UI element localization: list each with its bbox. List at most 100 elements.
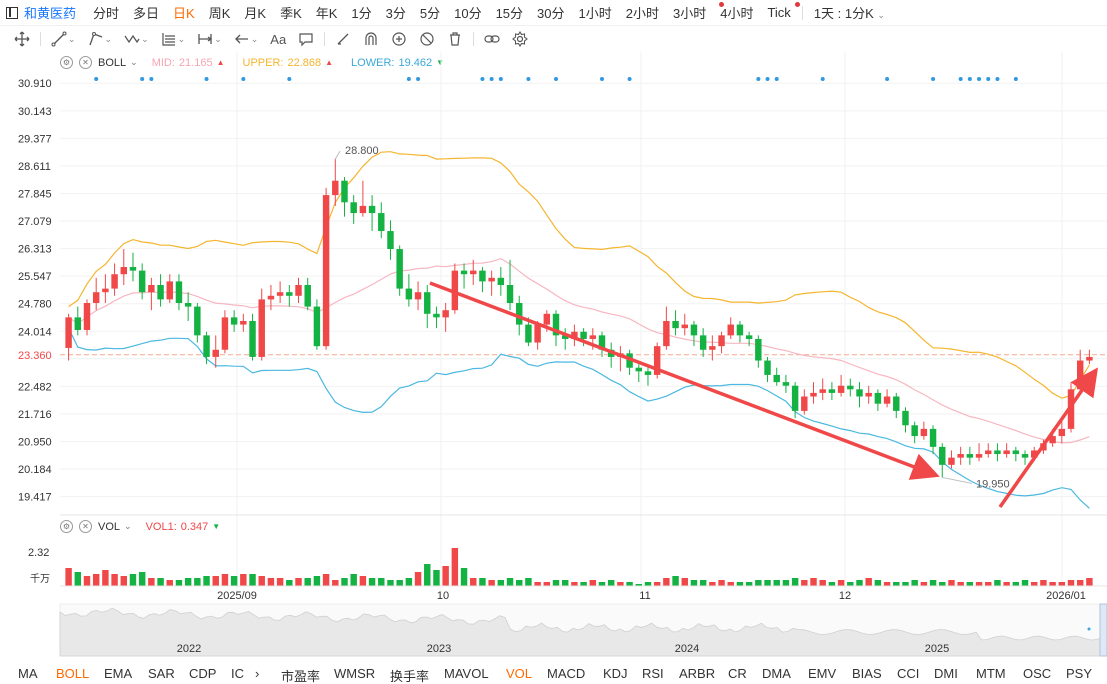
volume-bar [994,580,1001,586]
indicator-tab-11[interactable]: MACD [547,666,585,681]
volume-bar [313,576,321,586]
vol-unit-label: 千万 [30,573,50,585]
candle-body [322,195,330,347]
signal-dot [627,77,632,81]
volume-bar [138,572,146,586]
candle-body [212,349,219,357]
volume-bar [470,578,477,586]
indicator-tab-18[interactable]: BIAS [852,666,882,681]
y-tick-label: 20.184 [18,464,52,476]
candle-body [1058,428,1066,437]
indicator-tab-14[interactable]: ARBR [679,666,715,681]
candle-body [396,249,403,289]
volume-bar [212,576,219,586]
volume-bar [856,580,863,586]
candle-body [874,392,882,404]
indicator-tab-20[interactable]: DMI [934,666,958,681]
volume-bar [111,574,118,586]
y-tick-label: 24.014 [18,326,52,338]
volume-bar [240,574,247,586]
navigator-year-label: 2022 [177,643,201,655]
candle-body [175,281,183,303]
signal-dot [480,77,485,81]
candle-body [157,285,164,300]
volume-bar [874,580,882,586]
y-tick-label: 27.079 [18,216,52,228]
candle-body [755,338,762,361]
indicator-tab-6[interactable]: 市盈率 [281,666,320,684]
volume-bar [598,582,606,586]
candle-body [736,324,744,336]
chevron-right-icon[interactable]: › [255,666,259,681]
volume-bar [920,582,928,586]
indicator-tab-2[interactable]: EMA [104,666,132,681]
candle-body [65,317,72,348]
volume-bar [74,572,82,586]
candle-body [276,292,284,296]
volume-bar [699,580,707,586]
candle-body [405,288,413,300]
indicator-tab-7[interactable]: WMSR [334,666,375,681]
candle-body [1003,450,1010,455]
indicator-tab-1[interactable]: BOLL [56,666,89,681]
indicator-tab-17[interactable]: EMV [808,666,836,681]
navigator-year-label: 2025 [925,643,949,655]
indicator-tab-8[interactable]: 换手率 [390,666,429,684]
candle-body [516,302,523,325]
candle-body [129,267,137,271]
volume-bar [387,580,394,586]
boll-mid-line [68,257,1090,444]
candle-body [138,270,146,293]
indicator-tab-15[interactable]: CR [728,666,747,681]
signal-dot [599,77,604,81]
indicator-tab-19[interactable]: CCI [897,666,919,681]
volume-bar [442,566,449,586]
volume-bar [286,580,293,586]
navigator-handle[interactable] [1099,603,1107,657]
indicator-tab-23[interactable]: PSY [1066,666,1092,681]
candle-body [341,180,348,203]
signal-dot [554,77,559,81]
candle-body [709,346,716,350]
volume-bar [359,576,367,586]
indicator-tab-9[interactable]: MAVOL [444,666,489,681]
indicator-tab-10[interactable]: VOL [506,666,532,681]
volume-bar [690,580,698,586]
indicator-tab-21[interactable]: MTM [976,666,1006,681]
volume-bar [83,576,91,586]
signal-dot [94,77,99,81]
indicator-tab-5[interactable]: IC [231,666,244,681]
kline-chart[interactable]: 30.910 30.143 29.377 28.611 27.845 27.079 26.3… [0,0,1107,662]
volume-bar [1067,580,1075,586]
candle-body [847,385,854,390]
volume-bar [681,578,688,586]
volume-bar [1049,582,1056,586]
volume-bar [718,580,725,586]
indicator-tab-0[interactable]: MA [18,666,38,681]
volume-bar [552,580,560,586]
volume-bar [801,580,808,586]
indicator-tab-12[interactable]: KDJ [603,666,628,681]
volume-bar [148,578,155,586]
signal-dot [765,77,770,81]
candle-body [120,267,127,275]
indicator-tab-3[interactable]: SAR [148,666,175,681]
candle-body [939,446,946,465]
indicator-tab-4[interactable]: CDP [189,666,216,681]
volume-bar [166,580,173,586]
volume-bar [322,574,330,586]
candle-body [543,313,551,325]
volume-bar [433,570,440,586]
candle-body [828,389,836,393]
volume-bar [267,578,275,586]
indicator-tab-13[interactable]: RSI [642,666,664,681]
x-tick-label: 11 [639,590,650,602]
signal-dot [204,77,209,81]
indicator-tab-22[interactable]: OSC [1023,666,1051,681]
candle-body [102,288,109,293]
candle-body [782,382,790,386]
volume-bar [120,576,127,586]
indicator-tab-16[interactable]: DMA [762,666,791,681]
signal-dot [986,77,991,81]
y-tick-label: 22.482 [18,381,52,393]
